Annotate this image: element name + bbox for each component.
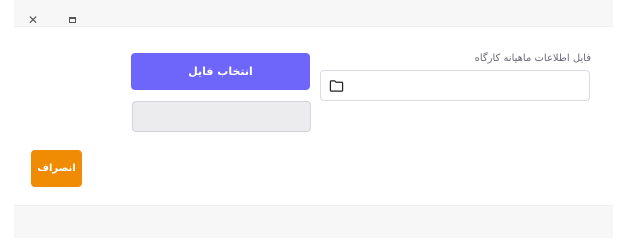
dialog-window: ✕ فایل اطلاعات ماهیانه کارگاه انتخاب فای…: [0, 0, 617, 241]
selected-file-field: [132, 101, 311, 132]
folder-icon: [329, 80, 344, 92]
maximize-icon[interactable]: [66, 14, 78, 26]
file-input[interactable]: [320, 70, 590, 101]
choose-file-button[interactable]: انتخاب فایل: [131, 53, 310, 90]
maximize-square: [68, 17, 76, 23]
close-icon[interactable]: ✕: [27, 14, 39, 26]
title-bar: [14, 0, 613, 27]
footer-bar: [14, 205, 613, 238]
cancel-button[interactable]: انصراف: [31, 150, 82, 187]
file-field-label: فایل اطلاعات ماهیانه کارگاه: [474, 53, 591, 64]
